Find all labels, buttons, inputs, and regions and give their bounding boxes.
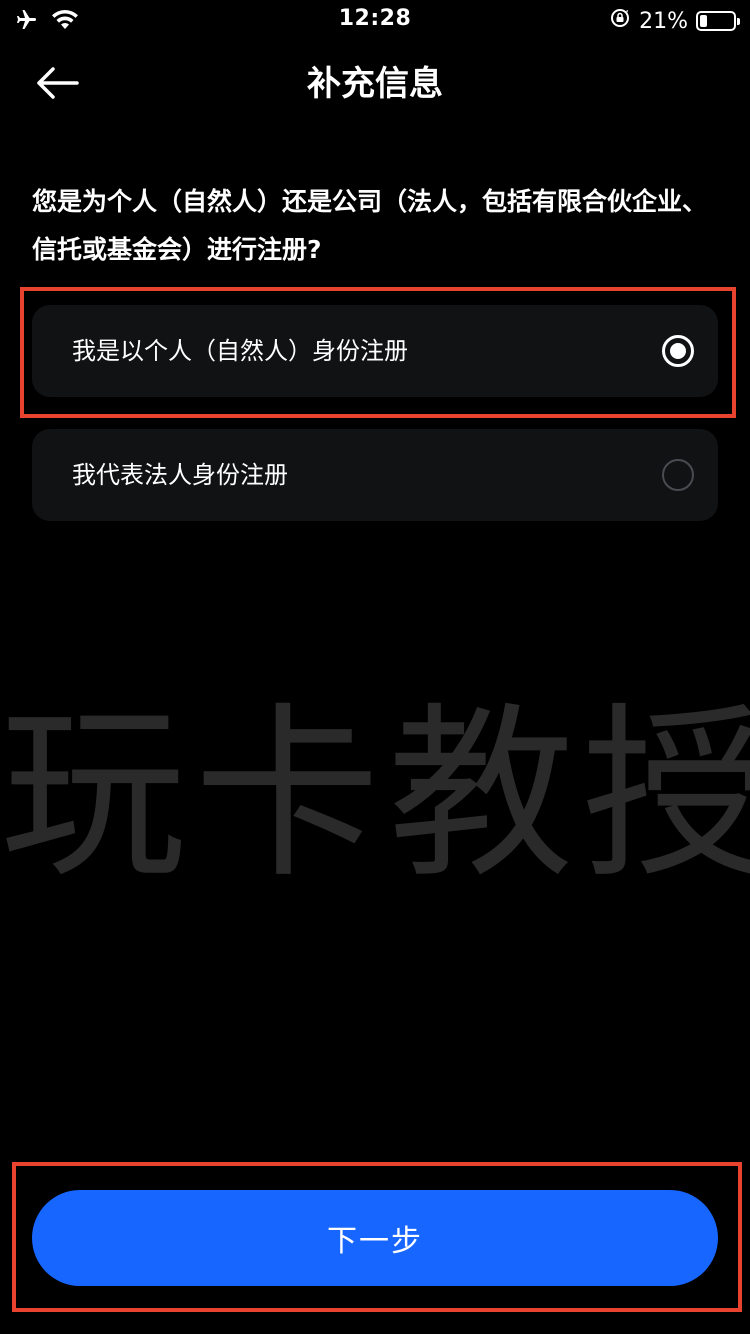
option-individual[interactable]: 我是以个人（自然人）身份注册: [32, 305, 718, 397]
battery-percent: 21%: [639, 8, 688, 34]
orientation-lock-icon: [609, 7, 631, 35]
next-button[interactable]: 下一步: [32, 1190, 718, 1286]
battery-icon: [696, 11, 740, 31]
radio-button[interactable]: [662, 335, 694, 367]
registration-question: 您是为个人（自然人）还是公司（法人，包括有限合伙企业、信托或基金会）进行注册?: [32, 187, 708, 264]
watermark: 玩卡教授: [0, 690, 750, 900]
page-title: 补充信息: [307, 64, 443, 104]
option-legal-entity[interactable]: 我代表法人身份注册: [32, 429, 718, 521]
battery-level: [700, 15, 707, 27]
option-label: 我是以个人（自然人）身份注册: [72, 337, 408, 365]
radio-button[interactable]: [662, 459, 694, 491]
status-bar: 12:28 21%: [0, 0, 750, 40]
option-label: 我代表法人身份注册: [72, 461, 288, 489]
status-right: 21%: [609, 7, 740, 35]
